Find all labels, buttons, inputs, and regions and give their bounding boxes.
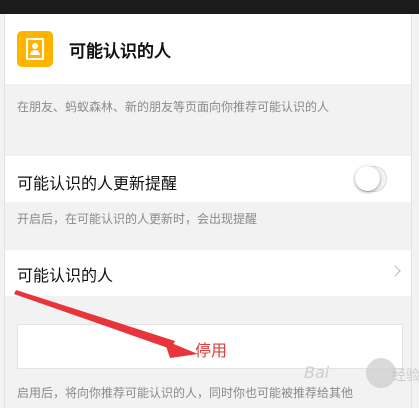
watermark-tail: 经验 (392, 368, 419, 384)
watermark: Bai 经验 (300, 358, 419, 388)
annotation-arrow-icon (14, 290, 198, 358)
watermark-text: Bai (304, 363, 330, 382)
